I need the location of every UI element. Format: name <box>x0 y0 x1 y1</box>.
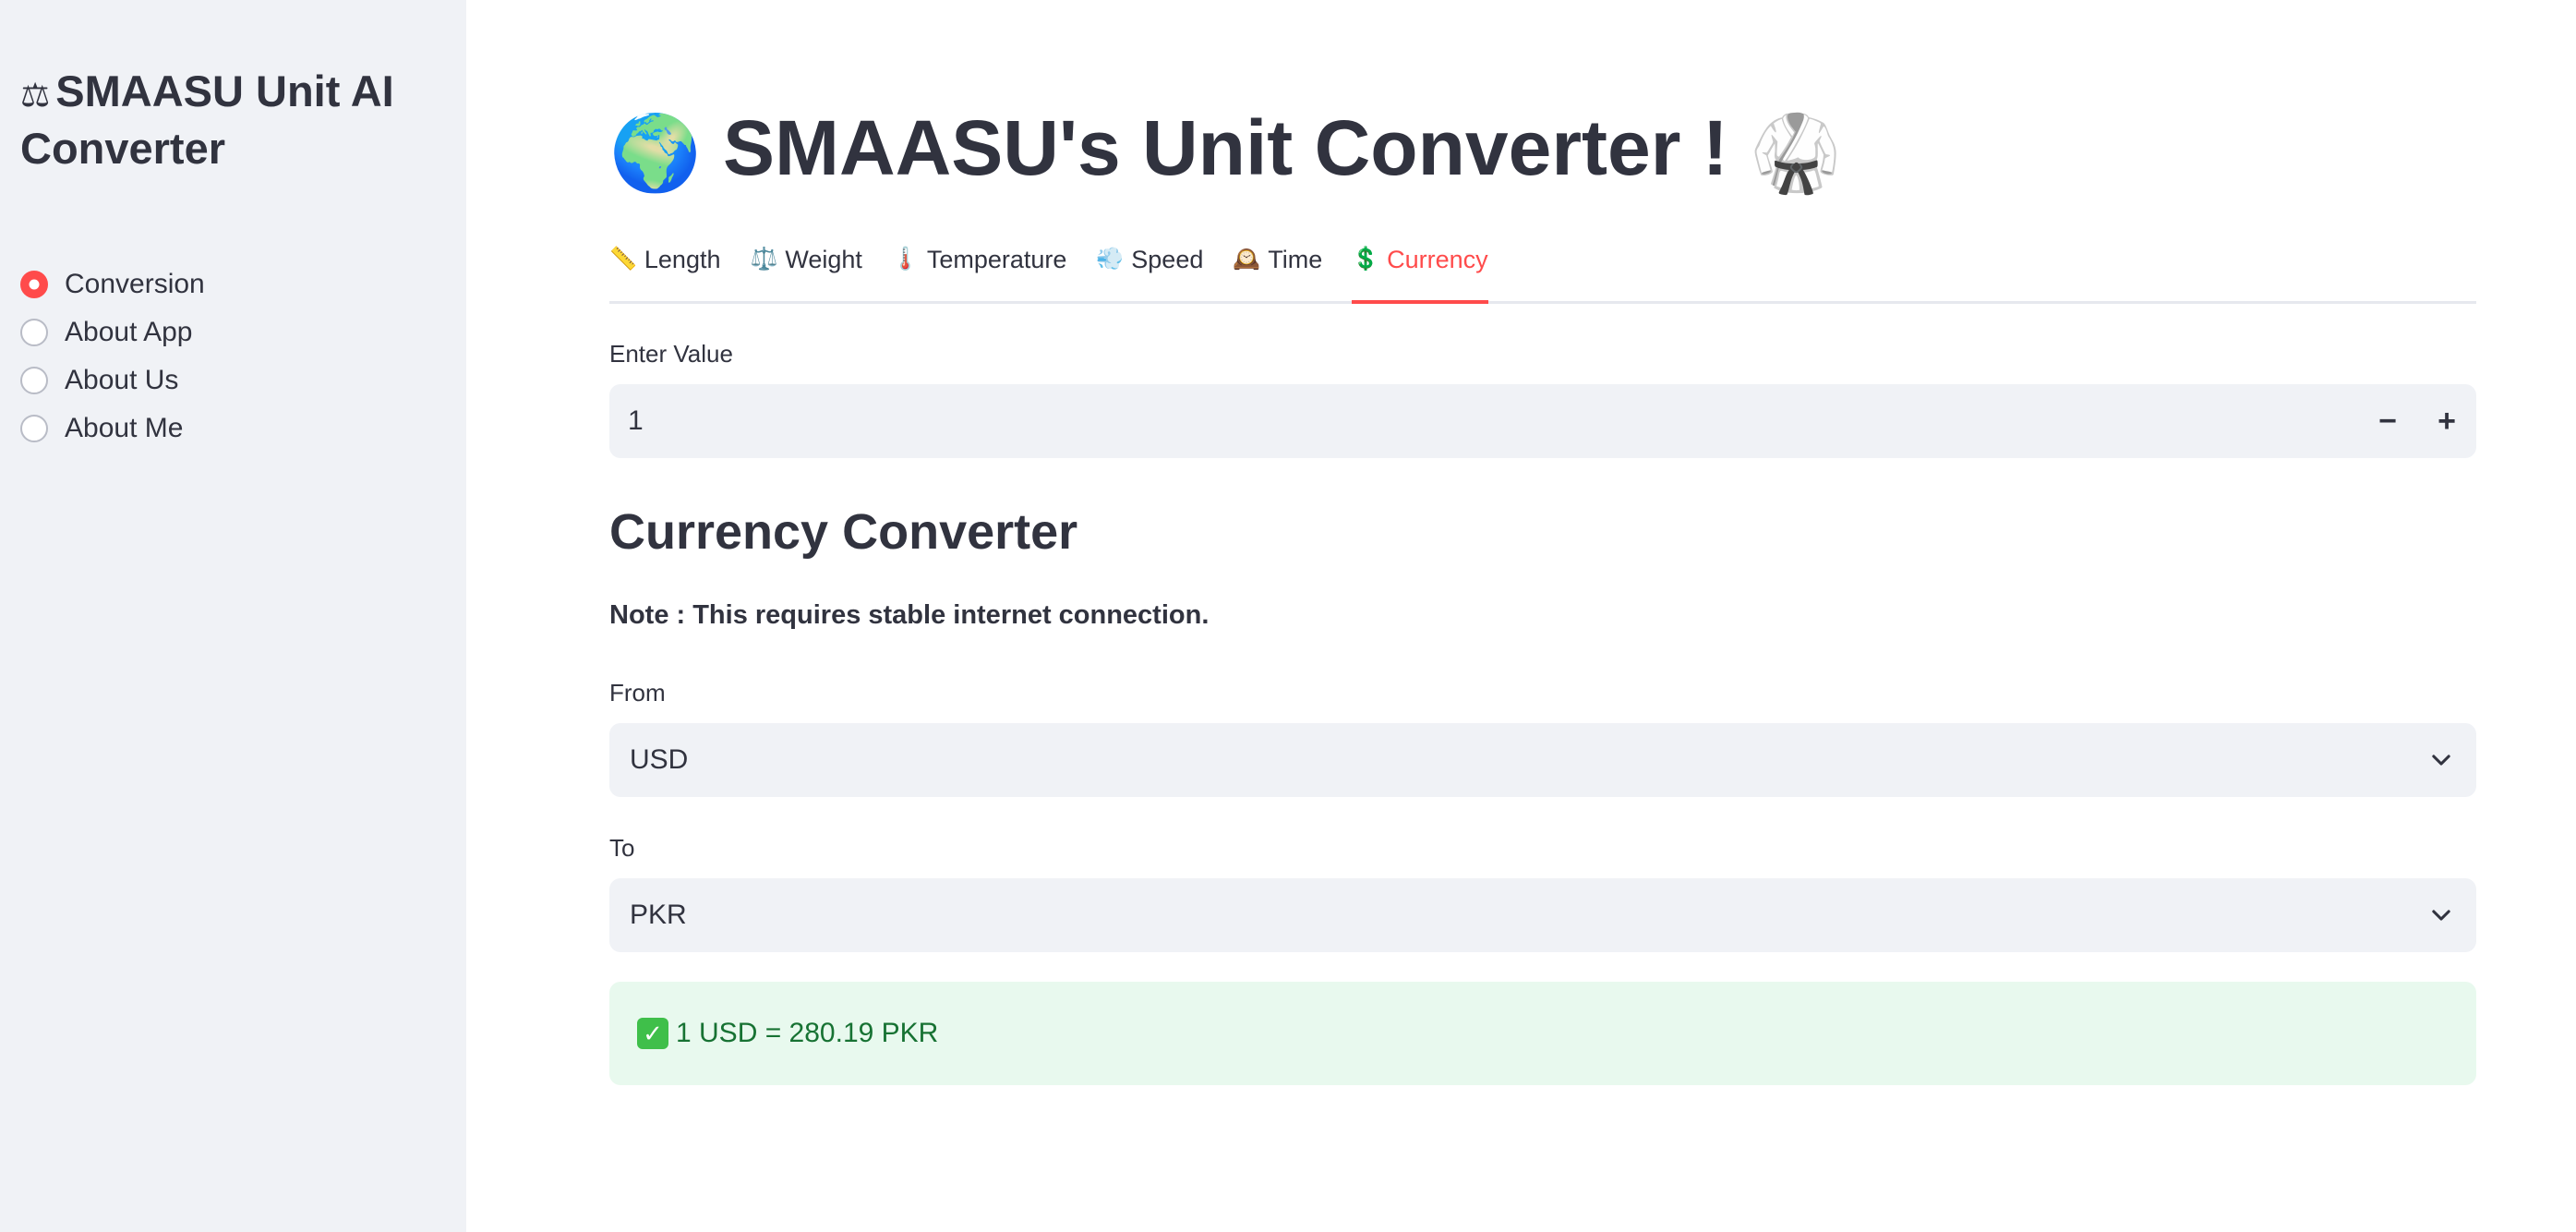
scale-icon: ⚖ <box>20 76 51 114</box>
check-mark-icon: ✓ <box>637 1018 668 1049</box>
sidebar: ⚖ SMAASU Unit AI Converter Conversion Abo… <box>0 0 466 1232</box>
number-input-container: − + <box>609 384 2476 458</box>
from-label: From <box>609 679 666 707</box>
nav-option-about-us[interactable]: About Us <box>20 356 205 405</box>
tab-length[interactable]: 📏 Length <box>609 235 720 301</box>
increment-button[interactable]: + <box>2417 384 2476 458</box>
dollar-icon: 💲 <box>1352 247 1380 272</box>
tab-temperature[interactable]: 🌡️ Temperature <box>892 235 1066 301</box>
clock-icon: 🕰️ <box>1233 247 1261 272</box>
nav-option-label: About App <box>65 317 193 347</box>
chevron-down-icon <box>2432 755 2450 766</box>
nav-option-conversion[interactable]: Conversion <box>20 260 205 308</box>
note-text: Note : This requires stable internet con… <box>609 600 1210 630</box>
to-currency-value: PKR <box>630 900 687 930</box>
nav-radio-group: Conversion About App About Us About Me <box>20 260 205 453</box>
decrement-button[interactable]: − <box>2358 384 2417 458</box>
nav-option-about-me[interactable]: About Me <box>20 405 205 453</box>
from-currency-value: USD <box>630 744 689 775</box>
sidebar-title: ⚖ SMAASU Unit AI Converter <box>20 65 445 175</box>
from-currency-select[interactable]: USD <box>609 723 2476 797</box>
thermometer-icon: 🌡️ <box>891 247 920 272</box>
tab-time[interactable]: 🕰️ Time <box>1233 235 1322 301</box>
value-number-input[interactable] <box>609 405 2358 438</box>
nav-option-label: About Us <box>65 365 179 395</box>
page-title: 🌍 SMAASU's Unit Converter ! 🥋 <box>609 92 1842 209</box>
conversion-result-alert: ✓ 1 USD = 280.19 PKR <box>609 982 2476 1085</box>
to-label: To <box>609 834 635 862</box>
wind-icon: 💨 <box>1096 247 1125 272</box>
page-title-text: SMAASU's Unit Converter ! <box>722 104 1728 191</box>
globe-icon: 🌍 <box>609 112 702 194</box>
nav-option-about-app[interactable]: About App <box>20 308 205 356</box>
main-content: 🌍 SMAASU's Unit Converter ! 🥋 📏 Length ⚖… <box>609 0 2476 1232</box>
tab-bar: 📏 Length ⚖️ Weight 🌡️ Temperature 💨 Spee… <box>609 235 2476 304</box>
tab-label: Currency <box>1387 246 1488 273</box>
radio-button[interactable] <box>20 319 48 346</box>
tab-label: Speed <box>1131 246 1204 273</box>
radio-button-checked[interactable] <box>20 271 48 298</box>
sidebar-title-text: SMAASU Unit AI Converter <box>20 66 394 173</box>
section-heading: Currency Converter <box>609 504 1078 560</box>
radio-button[interactable] <box>20 367 48 394</box>
tab-label: Time <box>1268 246 1323 273</box>
radio-button[interactable] <box>20 415 48 442</box>
tab-currency[interactable]: 💲 Currency <box>1352 235 1489 304</box>
chevron-down-icon <box>2432 910 2450 921</box>
tab-label: Temperature <box>926 246 1067 273</box>
tab-label: Weight <box>785 246 862 273</box>
tab-speed[interactable]: 💨 Speed <box>1096 235 1203 301</box>
app-root: ⚖ SMAASU Unit AI Converter Conversion Abo… <box>0 0 2576 1232</box>
nav-option-label: Conversion <box>65 269 205 299</box>
enter-value-label: Enter Value <box>609 340 733 368</box>
tab-weight[interactable]: ⚖️ Weight <box>750 235 861 301</box>
conversion-result-text: 1 USD = 280.19 PKR <box>676 1018 939 1048</box>
tab-label: Length <box>644 246 721 273</box>
martial-arts-uniform-icon: 🥋 <box>1750 112 1842 194</box>
scale-icon: ⚖️ <box>750 247 778 272</box>
to-currency-select[interactable]: PKR <box>609 878 2476 952</box>
nav-option-label: About Me <box>65 413 184 443</box>
ruler-icon: 📏 <box>609 247 637 272</box>
